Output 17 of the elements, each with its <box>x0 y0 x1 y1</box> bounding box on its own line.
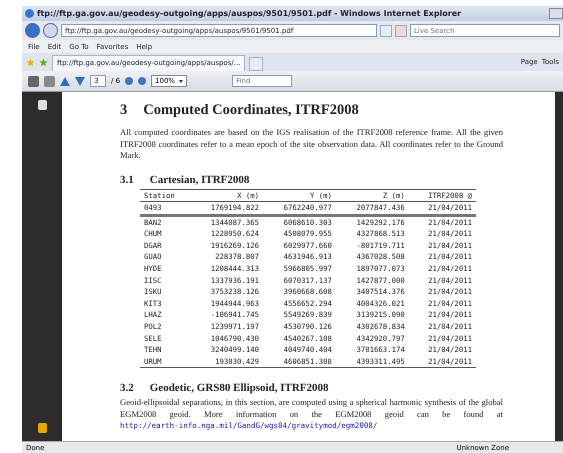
star-icon[interactable] <box>26 58 35 66</box>
section-number: 3 <box>120 102 128 119</box>
minimize-button[interactable] <box>549 8 563 19</box>
back-button[interactable] <box>25 23 40 38</box>
section-title: Geodetic, GRS80 Ellipsoid, ITRF2008 <box>150 382 329 394</box>
caret-icon <box>179 80 184 83</box>
browser-icon <box>25 9 34 18</box>
section-title: Computed Coordinates, ITRF2008 <box>143 102 359 119</box>
forward-button[interactable] <box>43 23 58 38</box>
star-icon[interactable] <box>39 58 48 66</box>
section-number: 3.1 <box>120 174 134 186</box>
section-title: Cartesian, ITRF2008 <box>150 174 250 186</box>
paragraph: All computed coordinates are based on the IGS realisation of the ITRF2008 reference frame. All the given ITRF2008 coordinates refer to a mean epoch of the site observation data. All coordinates refer to the Ground Mark. <box>120 127 503 162</box>
window-title: ftp://ftp.ga.gov.au/geodesy-outgoing/apps/auspos/9501/9501.pdf - Windows Internet Explorer <box>37 9 462 18</box>
refresh-button[interactable] <box>380 24 392 36</box>
section-number: 3.2 <box>120 382 134 394</box>
stop-button[interactable] <box>395 24 407 36</box>
